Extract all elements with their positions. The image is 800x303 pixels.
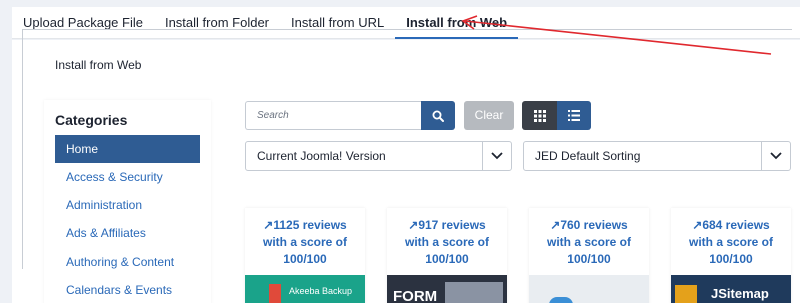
external-link-icon: ↗ bbox=[408, 218, 419, 232]
chevron-down-icon bbox=[482, 142, 511, 170]
sorting-select[interactable]: JED Default Sorting bbox=[523, 141, 791, 171]
extension-card[interactable]: ↗760 reviews with a score of 100/100 bbox=[529, 208, 649, 303]
fieldset-legend: Install from Web bbox=[43, 58, 154, 72]
card-reviews-link[interactable]: ↗684 reviews with a score of 100/100 bbox=[671, 217, 791, 268]
extension-thumbnail: FORM bbox=[387, 275, 507, 303]
list-view-button[interactable] bbox=[557, 101, 591, 130]
sorting-select-value: JED Default Sorting bbox=[535, 149, 641, 163]
card-reviews-link[interactable]: ↗760 reviews with a score of 100/100 bbox=[529, 217, 649, 268]
extension-card[interactable]: ↗1125 reviews with a score of 100/100 Ake… bbox=[245, 208, 365, 303]
category-access-security[interactable]: Access & Security bbox=[55, 163, 200, 191]
search-button[interactable] bbox=[421, 101, 455, 130]
categories-title: Categories bbox=[55, 112, 128, 128]
category-administration[interactable]: Administration bbox=[55, 191, 200, 219]
card-reviews-link[interactable]: ↗1125 reviews with a score of 100/100 bbox=[245, 217, 365, 268]
category-ads-affiliates[interactable]: Ads & Affiliates bbox=[55, 219, 200, 247]
extension-card[interactable]: ↗684 reviews with a score of 100/100 JSit… bbox=[671, 208, 791, 303]
version-select[interactable]: Current Joomla! Version bbox=[245, 141, 512, 171]
list-icon bbox=[568, 110, 580, 121]
extension-card[interactable]: ↗917 reviews with a score of 100/100 FORM bbox=[387, 208, 507, 303]
card-reviews-link[interactable]: ↗917 reviews with a score of 100/100 bbox=[387, 217, 507, 268]
category-home[interactable]: Home bbox=[55, 135, 200, 163]
search-input[interactable]: Search bbox=[245, 101, 421, 130]
category-authoring-content[interactable]: Authoring & Content bbox=[55, 248, 200, 276]
categories-sidebar: Categories Home Access & Security Admini… bbox=[44, 100, 211, 303]
external-link-icon: ↗ bbox=[263, 218, 274, 232]
clear-button[interactable]: Clear bbox=[464, 101, 514, 130]
extension-thumbnail: JSitemap bbox=[671, 275, 791, 303]
external-link-icon: ↗ bbox=[550, 218, 561, 232]
extension-thumbnail: Akeeba Backup bbox=[245, 275, 365, 303]
external-link-icon: ↗ bbox=[692, 218, 703, 232]
search-icon bbox=[432, 110, 444, 122]
extension-thumbnail bbox=[529, 275, 649, 303]
grid-icon bbox=[533, 109, 546, 122]
chevron-down-icon bbox=[761, 142, 790, 170]
version-select-value: Current Joomla! Version bbox=[257, 149, 386, 163]
category-calendars-events[interactable]: Calendars & Events bbox=[55, 276, 200, 303]
grid-view-button[interactable] bbox=[522, 101, 557, 130]
